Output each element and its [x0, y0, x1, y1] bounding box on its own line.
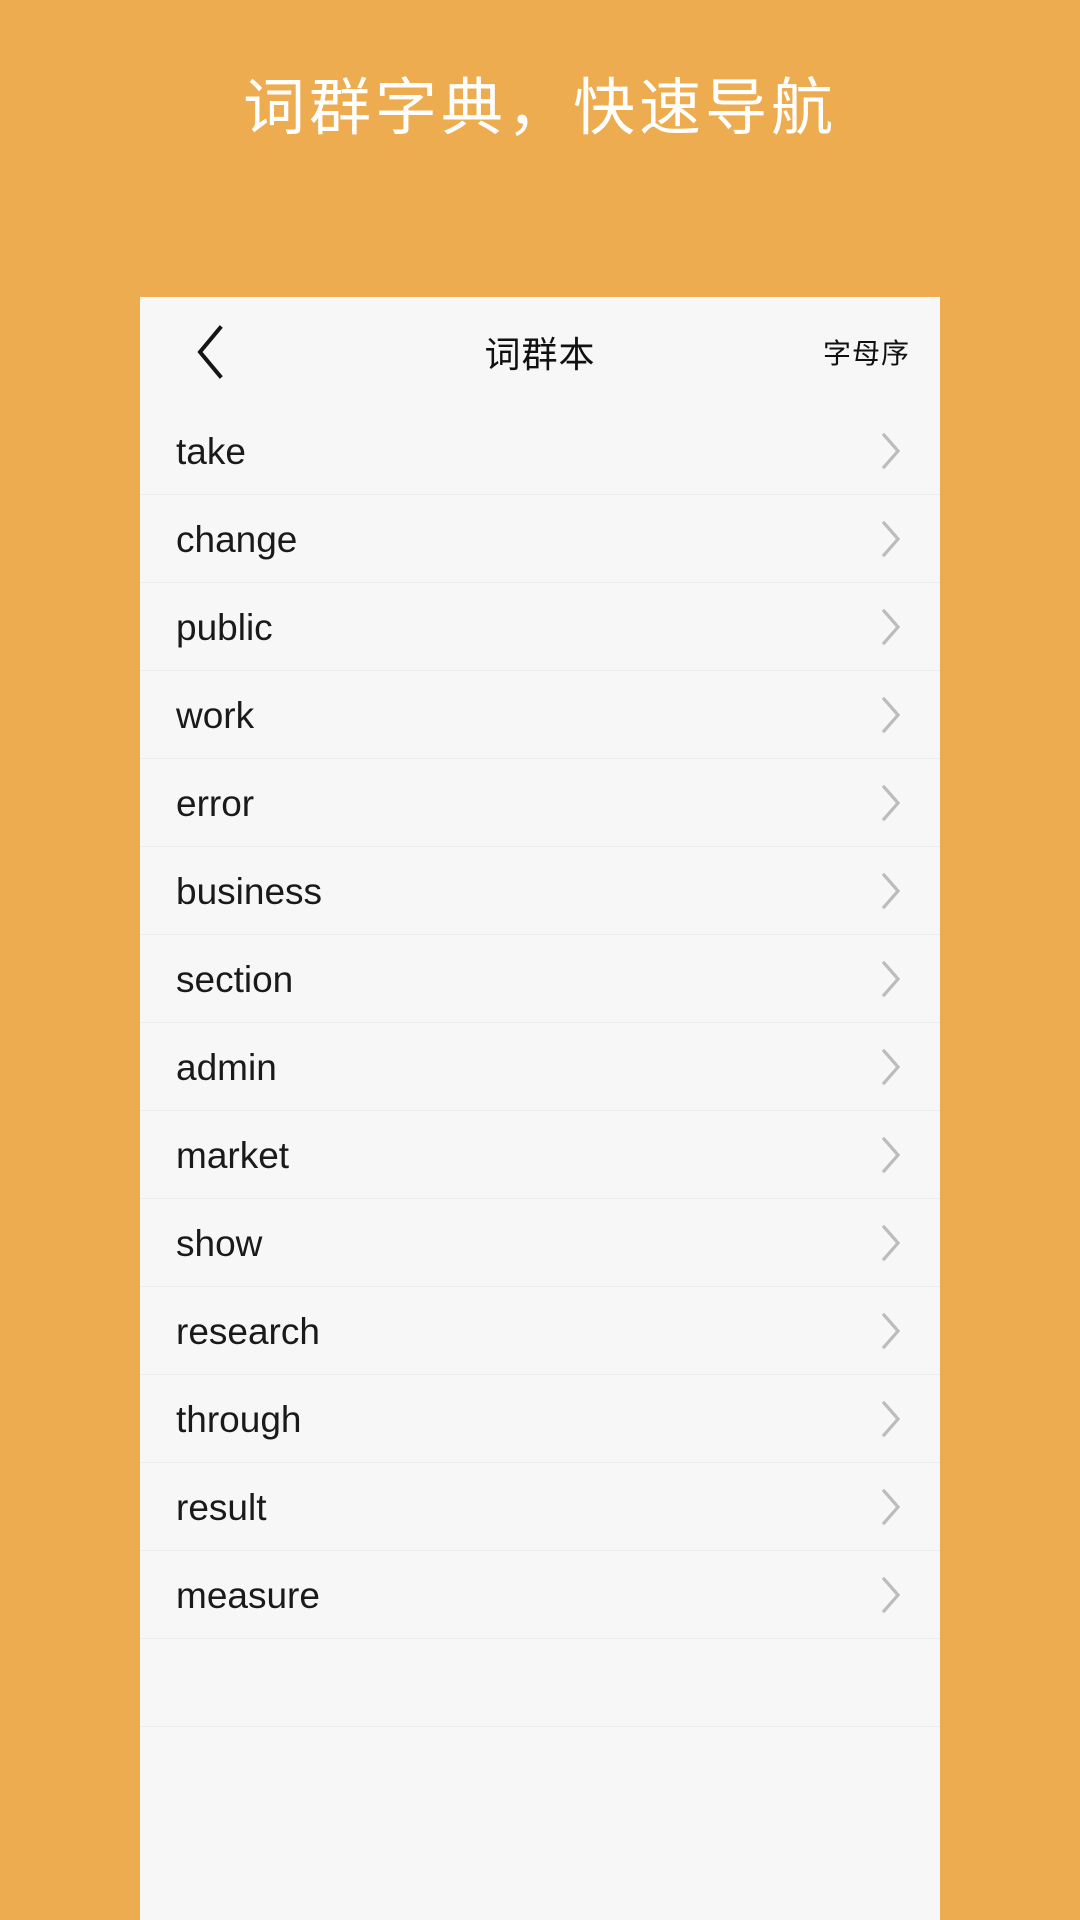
- word-label: section: [176, 958, 294, 1000]
- word-label: research: [176, 1310, 320, 1352]
- chevron-right-icon: [876, 1576, 906, 1614]
- word-label: public: [176, 606, 273, 648]
- table-row[interactable]: through: [140, 1375, 940, 1463]
- chevron-right-icon: [876, 432, 906, 470]
- phone-screen-card: 词群本 字母序 take change public work error bu…: [140, 297, 940, 1920]
- word-label: business: [176, 870, 323, 912]
- chevron-right-icon: [876, 520, 906, 558]
- nav-bar: 词群本 字母序: [140, 297, 940, 407]
- chevron-right-icon: [876, 1048, 906, 1086]
- chevron-right-icon: [876, 608, 906, 646]
- table-row[interactable]: result: [140, 1463, 940, 1551]
- word-label: change: [176, 518, 298, 560]
- table-row[interactable]: admin: [140, 1023, 940, 1111]
- table-row[interactable]: business: [140, 847, 940, 935]
- sort-order-button[interactable]: 字母序: [823, 332, 910, 372]
- word-label: market: [176, 1134, 290, 1176]
- word-label: result: [176, 1486, 267, 1528]
- table-row[interactable]: work: [140, 671, 940, 759]
- page-title: 词群本: [484, 334, 596, 375]
- word-label: take: [176, 430, 246, 472]
- table-row[interactable]: measure: [140, 1551, 940, 1639]
- word-label: error: [176, 782, 255, 824]
- promo-headline: 词群字典，快速导航: [242, 73, 837, 143]
- table-row[interactable]: error: [140, 759, 940, 847]
- chevron-right-icon: [876, 1312, 906, 1350]
- chevron-right-icon: [876, 872, 906, 910]
- table-row[interactable]: take: [140, 407, 940, 495]
- chevron-right-icon: [876, 1136, 906, 1174]
- chevron-right-icon: [876, 696, 906, 734]
- table-row[interactable]: change: [140, 495, 940, 583]
- chevron-right-icon: [876, 1488, 906, 1526]
- table-row[interactable]: public: [140, 583, 940, 671]
- chevron-right-icon: [876, 784, 906, 822]
- word-label: show: [176, 1222, 263, 1264]
- table-row[interactable]: research: [140, 1287, 940, 1375]
- word-group-list: take change public work error business s…: [140, 407, 940, 1727]
- table-row[interactable]: market: [140, 1111, 940, 1199]
- table-row[interactable]: section: [140, 935, 940, 1023]
- table-row[interactable]: [140, 1639, 940, 1727]
- word-label: measure: [176, 1574, 320, 1616]
- chevron-right-icon: [876, 1224, 906, 1262]
- word-label: work: [176, 694, 255, 736]
- chevron-right-icon: [876, 1400, 906, 1438]
- word-label: through: [176, 1398, 302, 1440]
- chevron-right-icon: [876, 960, 906, 998]
- table-row[interactable]: show: [140, 1199, 940, 1287]
- word-label: admin: [176, 1046, 277, 1088]
